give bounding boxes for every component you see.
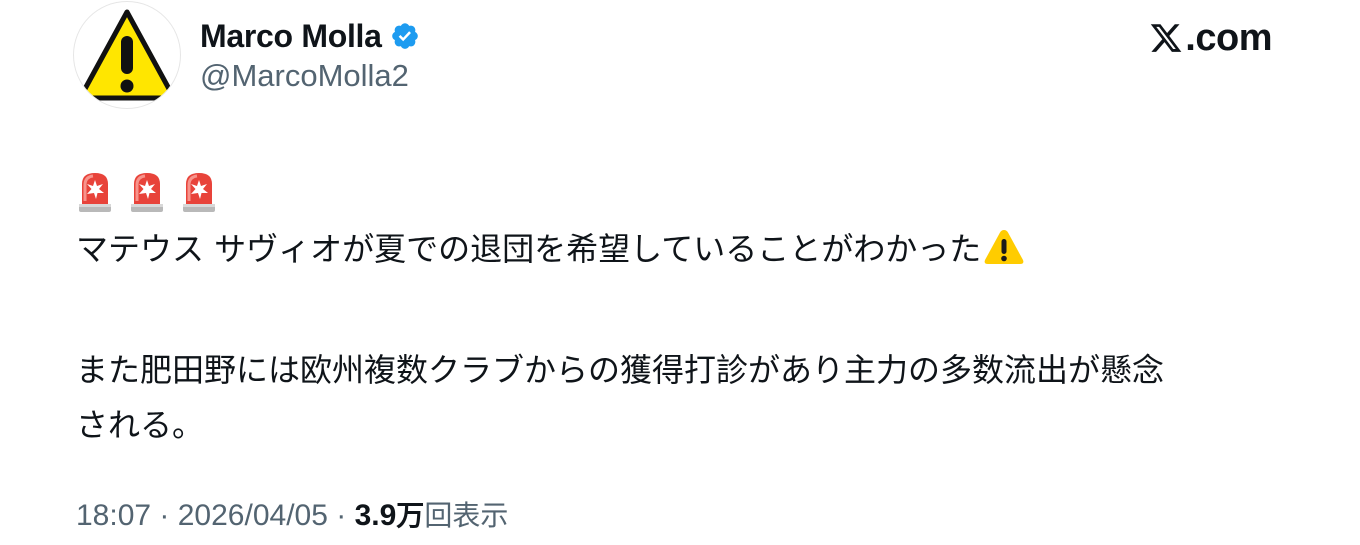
- siren-emoji-row: [76, 170, 218, 214]
- views-count[interactable]: 3.9: [355, 499, 397, 532]
- author-display-name[interactable]: Marco Molla: [200, 18, 382, 55]
- meta-separator: ·: [151, 499, 178, 532]
- tweet-text: マテウス サヴィオが夏での退団を希望していることがわかった また肥田野には欧州複…: [76, 222, 1296, 453]
- views-label: 回表示: [424, 499, 509, 532]
- tweet-line-3: される。: [76, 406, 205, 444]
- verified-badge-icon: [391, 23, 418, 49]
- tweet-line-1: マテウス サヴィオが夏での退団を希望していることがわかった: [76, 222, 1296, 277]
- warning-sign-icon: [77, 9, 177, 101]
- x-brand: .com: [1149, 16, 1272, 60]
- author-handle[interactable]: @MarcoMolla2: [200, 58, 409, 94]
- police-siren-icon: [79, 173, 111, 212]
- views-unit: 万: [396, 499, 425, 532]
- meta-separator: ·: [327, 499, 355, 532]
- tweet-time[interactable]: 18:07: [76, 499, 151, 532]
- tweet-date[interactable]: 2026/04/05: [178, 499, 328, 532]
- warning-icon: [984, 230, 1024, 264]
- police-siren-icon: [183, 173, 215, 212]
- tweet-meta: 18:07 · 2026/04/05 · 3.9万回表示: [76, 494, 508, 534]
- brand-label: .com: [1185, 16, 1272, 59]
- x-logo-icon: [1151, 24, 1182, 52]
- tweet-line-1-text: マテウス サヴィオが夏での退団を希望していることがわかった: [76, 230, 982, 268]
- author-name-row[interactable]: Marco Molla: [200, 14, 420, 58]
- avatar[interactable]: [74, 2, 180, 108]
- tweet-line-2: また肥田野には欧州複数クラブからの獲得打診があり主力の多数流出が懸念: [76, 351, 1165, 389]
- police-siren-icon: [131, 173, 163, 212]
